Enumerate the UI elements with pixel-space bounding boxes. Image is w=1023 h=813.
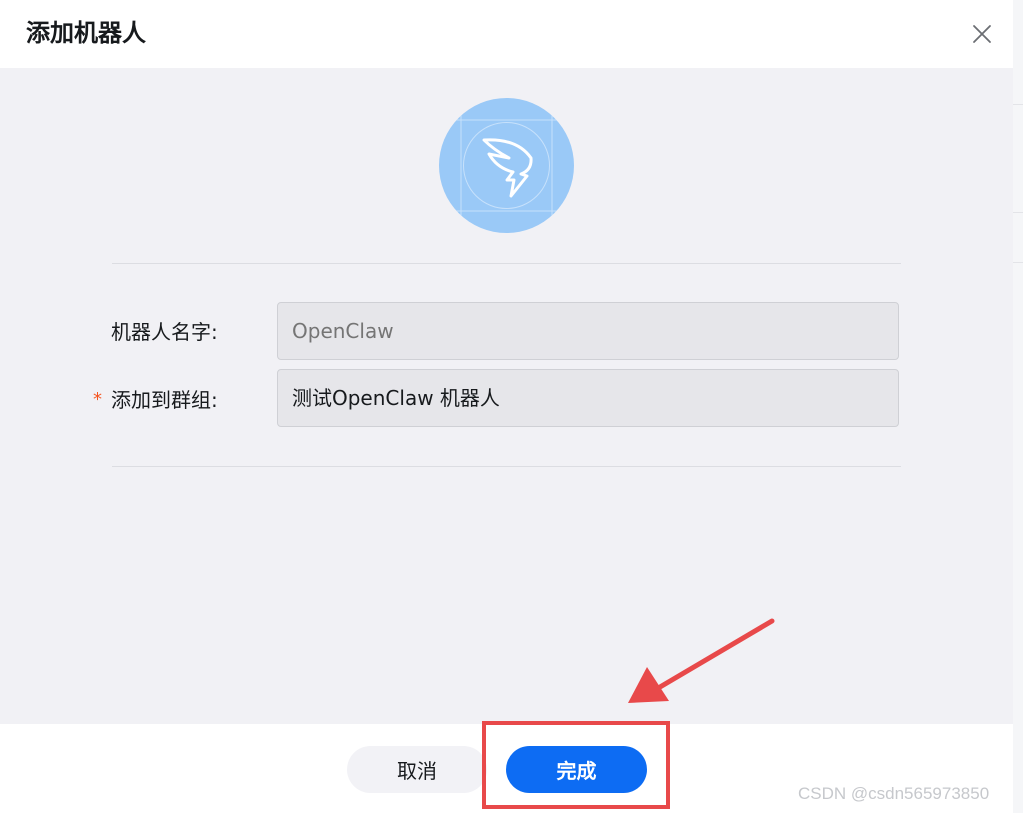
- watermark: CSDN @csdn565973850: [798, 784, 990, 803]
- group-select[interactable]: 测试OpenClaw 机器人: [277, 369, 899, 427]
- close-icon[interactable]: [970, 22, 994, 46]
- confirm-button[interactable]: 完成: [506, 746, 647, 793]
- form-divider-top: [112, 263, 901, 264]
- robot-avatar[interactable]: [439, 98, 574, 233]
- background-divider: [1013, 104, 1023, 105]
- required-mark: *: [93, 389, 102, 410]
- form-divider-bottom: [112, 466, 901, 467]
- background-divider: [1013, 212, 1023, 213]
- cancel-button[interactable]: 取消: [347, 746, 487, 793]
- dingtalk-wing-icon: [439, 98, 574, 233]
- add-robot-dialog: 添加机器人 机器人名字: * 添加到群组: 测试OpenClaw 机器人: [0, 0, 1013, 813]
- add-to-group-label: 添加到群组:: [111, 388, 218, 412]
- background-divider: [1013, 262, 1023, 263]
- robot-name-label: 机器人名字:: [111, 320, 218, 344]
- dialog-title: 添加机器人: [26, 19, 146, 47]
- dialog-body: 机器人名字: * 添加到群组: 测试OpenClaw 机器人: [0, 68, 1013, 724]
- background-page-edge: [1013, 0, 1023, 813]
- robot-name-field[interactable]: [277, 302, 899, 360]
